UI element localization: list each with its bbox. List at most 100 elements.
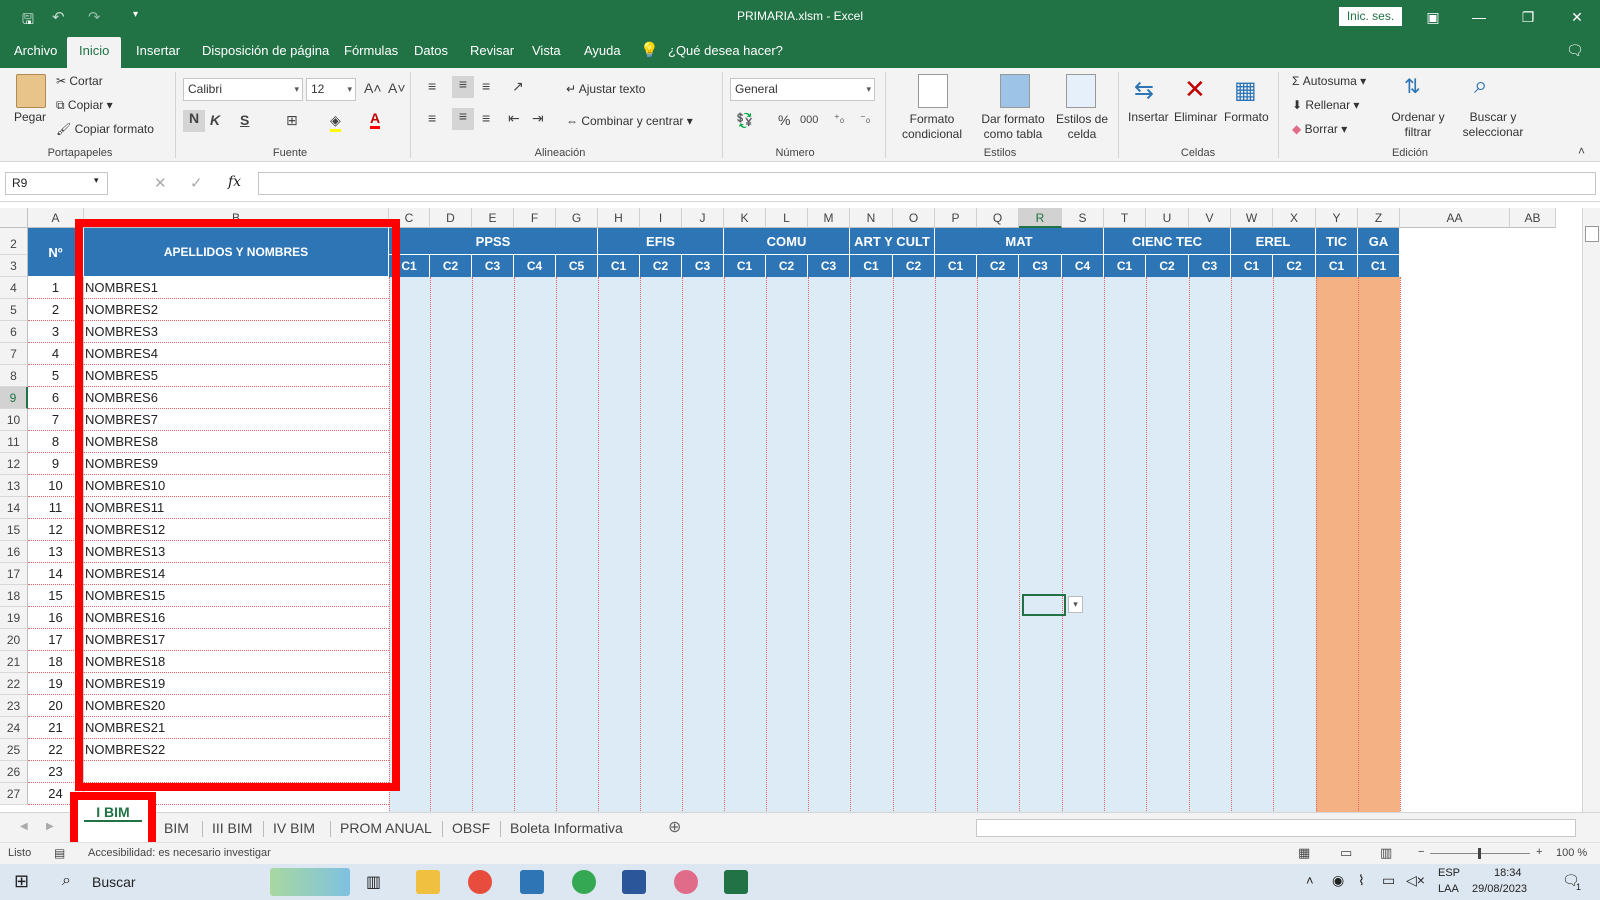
minimize-icon[interactable]: —	[1456, 0, 1502, 35]
insert-cells-icon[interactable]: ⇆	[1134, 76, 1154, 105]
battery-icon[interactable]: ▭	[1382, 872, 1395, 889]
col-header-f[interactable]: F	[514, 208, 556, 228]
scroll-thumb[interactable]	[1585, 226, 1599, 242]
col-header-o[interactable]: O	[893, 208, 935, 228]
vertical-scrollbar[interactable]	[1582, 208, 1600, 812]
clear-button[interactable]: ◆ Borrar ▾	[1292, 122, 1347, 136]
conditional-format-icon[interactable]	[918, 74, 948, 108]
decrease-decimal-icon[interactable]: ⁻₀	[860, 112, 870, 125]
zoom-level[interactable]: 100 %	[1556, 847, 1587, 859]
page-break-icon[interactable]: ▥	[1380, 845, 1392, 861]
sign-in-button[interactable]: Inic. ses.	[1339, 7, 1402, 26]
word-icon[interactable]	[622, 870, 646, 894]
bold-button[interactable]: N	[183, 110, 205, 132]
wifi-icon[interactable]: ⌇	[1358, 872, 1365, 889]
ribbon-tab-insertar[interactable]: Insertar	[134, 42, 182, 68]
find-select-icon[interactable]: ⌕	[1474, 72, 1487, 100]
autosum-button[interactable]: Σ Autosuma ▾	[1292, 74, 1366, 88]
search-icon[interactable]: ⌕	[62, 872, 71, 890]
excel-taskbar-icon[interactable]	[724, 870, 748, 894]
ribbon-tab-revisar[interactable]: Revisar	[468, 42, 516, 68]
accessibility-status[interactable]: Accesibilidad: es necesario investigar	[88, 847, 271, 859]
col-header-i[interactable]: I	[640, 208, 682, 228]
col-header-q[interactable]: Q	[977, 208, 1019, 228]
row-header-3[interactable]: 3	[0, 255, 28, 277]
currency-icon[interactable]: 💱	[736, 112, 753, 129]
clock-time[interactable]: 18:34	[1494, 867, 1522, 879]
col-header-s[interactable]: S	[1062, 208, 1104, 228]
sheet-tab-boleta-informativa[interactable]: Boleta Informativa	[510, 820, 623, 836]
row-header-6[interactable]: 6	[0, 321, 28, 343]
row-header-22[interactable]: 22	[0, 673, 28, 695]
wrap-text-button[interactable]: ↵ Ajustar texto	[566, 82, 645, 96]
next-sheet-icon[interactable]: ▶	[46, 821, 54, 832]
format-cells-button[interactable]: Formato	[1224, 110, 1269, 124]
cell-styles-button[interactable]: Estilos de celda	[1054, 112, 1110, 142]
row-header-11[interactable]: 11	[0, 431, 28, 453]
increase-font-icon[interactable]: A˄	[364, 80, 382, 96]
format-cells-icon[interactable]: ▦	[1234, 76, 1257, 105]
italic-button[interactable]: K	[210, 112, 220, 128]
comments-icon[interactable]: 🗨	[1566, 42, 1584, 59]
col-header-ab[interactable]: AB	[1510, 208, 1556, 228]
increase-decimal-icon[interactable]: ⁺₀	[834, 112, 844, 125]
insert-cells-button[interactable]: Insertar	[1128, 110, 1169, 124]
chrome-icon[interactable]	[468, 870, 492, 894]
sheet-tab-iii-bim[interactable]: III BIM	[212, 820, 252, 836]
col-header-l[interactable]: L	[766, 208, 808, 228]
ribbon-tab-vista[interactable]: Vista	[530, 42, 563, 68]
ribbon-tab-disposicindepgina[interactable]: Disposición de página	[200, 42, 331, 68]
orientation-icon[interactable]: ↗	[512, 78, 524, 95]
select-all-button[interactable]	[0, 208, 28, 228]
row-header-4[interactable]: 4	[0, 277, 28, 299]
thousands-button[interactable]: 000	[800, 114, 818, 126]
col-header-d[interactable]: D	[430, 208, 472, 228]
row-header-8[interactable]: 8	[0, 365, 28, 387]
row-header-24[interactable]: 24	[0, 717, 28, 739]
file-explorer-icon[interactable]	[416, 870, 440, 894]
col-header-g[interactable]: G	[556, 208, 598, 228]
row-header-13[interactable]: 13	[0, 475, 28, 497]
ribbon-tab-archivo[interactable]: Archivo	[12, 42, 59, 68]
col-header-aa[interactable]: AA	[1400, 208, 1510, 228]
col-header-k[interactable]: K	[724, 208, 766, 228]
zoom-handle[interactable]	[1478, 848, 1481, 859]
ribbon-tab-inicio[interactable]: Inicio	[67, 37, 122, 68]
sheet-tab-prom-anual[interactable]: PROM ANUAL	[340, 820, 432, 836]
insert-function-button[interactable]: fx	[228, 174, 241, 190]
row-header-5[interactable]: 5	[0, 299, 28, 321]
align-bottom-icon[interactable]: ≡	[482, 78, 490, 94]
network-icon[interactable]: ◉	[1332, 872, 1344, 889]
row-header-23[interactable]: 23	[0, 695, 28, 717]
validation-dropdown-icon[interactable]: ▾	[1068, 596, 1083, 613]
page-layout-icon[interactable]: ▭	[1340, 845, 1352, 861]
font-name-select[interactable]: Calibri	[183, 78, 303, 101]
sheet-tab-bim[interactable]: BIM	[164, 820, 189, 836]
increase-indent-icon[interactable]: ⇥	[532, 110, 544, 127]
tray-chevron-icon[interactable]: ˄	[1306, 873, 1314, 888]
lang-layout[interactable]: LAA	[1438, 883, 1459, 895]
normal-view-icon[interactable]: ▦	[1298, 845, 1310, 861]
paint-icon[interactable]	[674, 870, 698, 894]
cell-styles-icon[interactable]	[1066, 74, 1096, 108]
col-header-h[interactable]: H	[598, 208, 640, 228]
decrease-indent-icon[interactable]: ⇤	[508, 110, 520, 127]
prev-sheet-icon[interactable]: ◀	[20, 821, 28, 832]
number-format-select[interactable]: General	[730, 78, 875, 101]
conditional-format-button[interactable]: Formato condicional	[896, 112, 968, 142]
row-header-10[interactable]: 10	[0, 409, 28, 431]
format-painter-button[interactable]: 🖌 Copiar formato	[56, 122, 154, 136]
sort-filter-button[interactable]: Ordenar y filtrar	[1388, 110, 1448, 140]
enter-icon[interactable]: ✓	[190, 174, 203, 192]
name-box[interactable]: R9	[5, 172, 108, 195]
row-header-18[interactable]: 18	[0, 585, 28, 607]
delete-cells-button[interactable]: Eliminar	[1174, 110, 1217, 124]
volume-icon[interactable]: ◁×	[1406, 872, 1425, 889]
tell-me-input[interactable]: ¿Qué desea hacer?	[668, 43, 783, 58]
align-center-icon[interactable]: ≡	[452, 108, 474, 130]
col-header-r[interactable]: R	[1019, 208, 1062, 228]
format-as-table-button[interactable]: Dar formato como tabla	[976, 112, 1050, 142]
borders-icon[interactable]: ⊞	[286, 112, 298, 129]
align-right-icon[interactable]: ≡	[482, 110, 490, 126]
row-header-2[interactable]: 2	[0, 228, 28, 255]
